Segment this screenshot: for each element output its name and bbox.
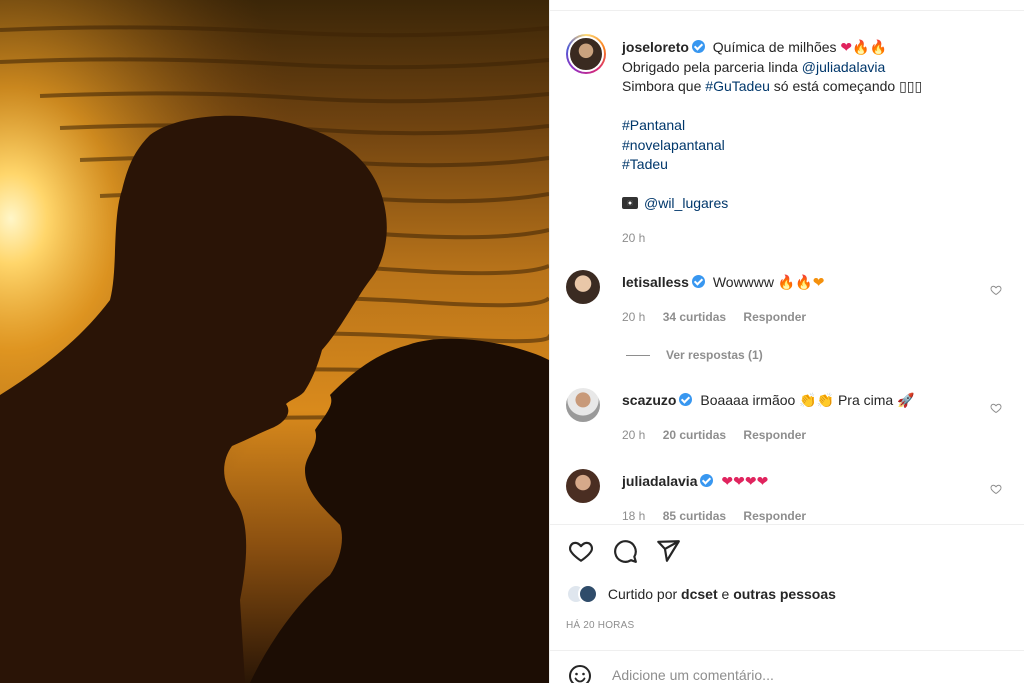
commenter-avatar[interactable] <box>566 388 600 422</box>
commenter-avatar[interactable] <box>566 469 600 503</box>
verified-icon <box>691 275 705 288</box>
reply-button[interactable]: Responder <box>743 509 806 523</box>
commenter-avatar[interactable] <box>566 270 600 304</box>
comment-emoji: 🔥🔥❤ <box>777 274 825 290</box>
liked-by-prefix: Curtido por <box>607 586 682 602</box>
divider <box>626 355 650 357</box>
comment: letisalless Wowwww 🔥🔥❤ 20 h 34 curtidas … <box>566 270 1006 330</box>
hashtag-link[interactable]: #novelapantanal <box>622 137 725 153</box>
comment-likes[interactable]: 20 curtidas <box>663 428 726 442</box>
comment-icon[interactable] <box>612 538 638 564</box>
commenter-username[interactable]: scazuzo <box>622 392 676 408</box>
reply-button[interactable]: Responder <box>743 310 806 324</box>
liked-by: Curtido por dcset e outras pessoas <box>566 584 836 604</box>
liker-username[interactable]: dcset <box>681 586 718 602</box>
emoji-icon[interactable] <box>568 664 592 683</box>
add-comment-bar[interactable]: Adicione um comentário... <box>566 662 1006 683</box>
comment: juliadalavia ❤❤❤❤ 18 h 85 curtidas Respo… <box>566 469 1006 524</box>
credit-link[interactable]: @wil_lugares <box>644 195 728 211</box>
view-replies-label: Ver respostas (1) <box>666 348 763 362</box>
verified-icon <box>691 40 705 53</box>
divider <box>550 524 1024 525</box>
hashtag-link[interactable]: #Tadeu <box>622 156 668 172</box>
commenter-username[interactable]: juliadalavia <box>622 473 697 489</box>
like-comment-heart-icon[interactable] <box>990 402 1002 414</box>
comment-emoji: ❤❤❤❤ <box>721 473 769 489</box>
verified-icon <box>679 393 693 406</box>
caption-text: só está começando ▯▯▯ <box>769 78 923 94</box>
post-time: 20 h <box>622 231 646 245</box>
like-comment-heart-icon[interactable] <box>990 483 1002 495</box>
hashtag-link[interactable]: #GuTadeu <box>705 78 770 94</box>
hashtag-link[interactable]: #Pantanal <box>622 117 685 133</box>
author-username[interactable]: joseloreto <box>622 39 689 55</box>
others-likers-link[interactable]: outras pessoas <box>733 586 836 602</box>
comment-text: Wowwww <box>712 274 778 290</box>
caption-text: Simbora que <box>622 78 706 94</box>
comment-likes[interactable]: 34 curtidas <box>663 310 726 324</box>
post-caption: joseloreto Química de milhões ❤🔥🔥 Obriga… <box>622 38 1002 214</box>
caption-emoji: ❤🔥🔥 <box>840 39 887 55</box>
heart-icon[interactable] <box>568 538 594 564</box>
comment-likes[interactable]: 85 curtidas <box>663 509 726 523</box>
divider <box>550 10 1024 11</box>
caption-text: Obrigado pela parceria linda <box>622 58 802 75</box>
comment: scazuzo Boaaaa irmãoo 👏👏 Pra cima 🚀 20 h… <box>566 388 1006 448</box>
post-details-panel: joseloreto Química de milhões ❤🔥🔥 Obriga… <box>549 0 1024 683</box>
caption-text: Química de milhões <box>712 39 841 55</box>
like-comment-heart-icon[interactable] <box>990 284 1002 296</box>
author-avatar[interactable] <box>566 34 606 74</box>
comment-input[interactable]: Adicione um comentário... <box>612 667 774 683</box>
share-icon[interactable] <box>655 538 681 564</box>
commenter-username[interactable]: letisalless <box>622 274 689 290</box>
comment-text: Boaaaa irmãoo 👏👏 Pra cima 🚀 <box>700 392 915 408</box>
divider <box>550 650 1024 651</box>
post-timestamp: HÁ 20 HORAS <box>566 620 635 631</box>
comment-time: 20 h <box>622 310 646 324</box>
view-replies-button[interactable]: Ver respostas (1) <box>626 348 763 362</box>
post-photo-silhouette <box>0 0 549 683</box>
mention-link[interactable]: @juliadalavia <box>802 59 885 75</box>
verified-icon <box>700 474 714 487</box>
liked-by-conjunction: e <box>717 586 734 602</box>
liker-avatar[interactable] <box>578 584 598 604</box>
post-photo <box>0 0 549 683</box>
comment-time: 18 h <box>622 509 646 523</box>
reply-button[interactable]: Responder <box>743 428 806 442</box>
camera-icon <box>622 197 638 209</box>
comment-time: 20 h <box>622 428 646 442</box>
